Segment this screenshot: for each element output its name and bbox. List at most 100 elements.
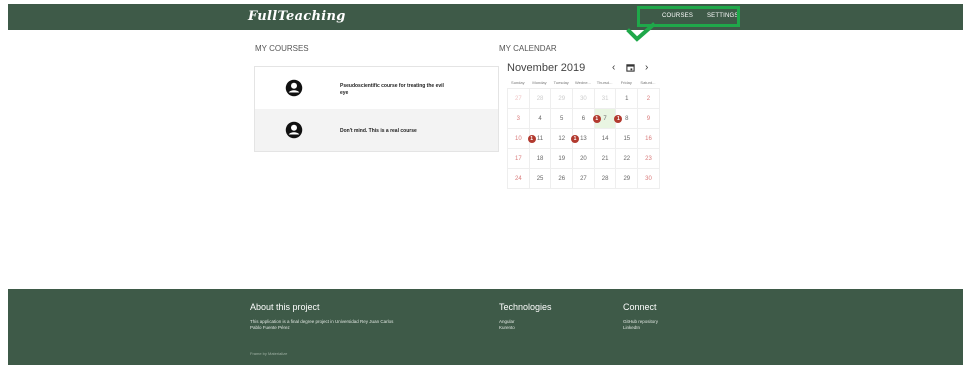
- calendar-day-cell[interactable]: 9: [638, 109, 660, 129]
- calendar-day-number: 7: [603, 115, 607, 122]
- calendar-week-row: 24 25 26 27 28 29 30: [508, 169, 660, 189]
- calendar-day-cell[interactable]: 20: [573, 149, 595, 169]
- chevron-right-icon[interactable]: ›: [645, 62, 648, 73]
- course-item[interactable]: Pseudoscientific course for treating the…: [255, 67, 498, 109]
- calendar-day-number: 30: [580, 95, 587, 102]
- calendar-day-number: 29: [623, 175, 631, 182]
- courses-list: Pseudoscientific course for treating the…: [254, 66, 499, 152]
- event-count-badge: 1: [614, 115, 623, 123]
- calendar-day-cell[interactable]: 24: [508, 169, 530, 189]
- calendar-day-number: 3: [516, 115, 521, 122]
- weekday-label: Monday: [532, 80, 547, 85]
- calendar-day-number: 21: [601, 155, 609, 162]
- weekday-header: Sunday Monday Tuesday Wedne... Thursd... Frid…: [507, 80, 659, 85]
- account-circle-icon: [285, 79, 303, 97]
- calendar-day-number: 28: [601, 175, 609, 182]
- calendar-day-number: 27: [515, 95, 522, 102]
- calendar-day-number: 31: [601, 95, 609, 102]
- calendar-day-cell[interactable]: 26: [551, 169, 574, 189]
- top-navbar: FullTeaching COURSES SETTINGS: [8, 4, 963, 30]
- calendar-day-cell[interactable]: 29: [616, 169, 639, 189]
- calendar-day-number: 29: [558, 95, 566, 102]
- calendar-icon[interactable]: [626, 63, 635, 72]
- chevron-left-icon[interactable]: ‹: [612, 62, 615, 73]
- calendar-day-number: 27: [580, 175, 587, 182]
- calendar-day-cell[interactable]: 15: [616, 129, 639, 149]
- my-calendar-title: MY CALENDAR: [499, 44, 557, 53]
- calendar-day-cell[interactable]: 21: [594, 149, 617, 169]
- calendar-day-number: 26: [558, 175, 566, 182]
- calendar-day-number: 11: [536, 135, 544, 142]
- calendar-day-number: 20: [580, 155, 587, 162]
- calendar-day-cell[interactable]: 1: [616, 89, 639, 109]
- event-count-badge: 1: [527, 135, 536, 143]
- calendar-day-number: 13: [580, 135, 587, 142]
- calendar-day-cell[interactable]: 27: [508, 89, 530, 109]
- calendar-day-cell[interactable]: 16: [638, 129, 660, 149]
- calendar-day-number: 10: [515, 135, 522, 142]
- calendar-day-cell[interactable]: 3: [508, 109, 530, 129]
- weekday-label: Saturd...: [640, 80, 656, 85]
- calendar-day-cell[interactable]: 71: [592, 109, 617, 129]
- calendar-grid: 27 28 29 30 31 1 2 3 4 5 6 7 1 8 1 9 10 11 1 12 13 1 14 15 16 17 1…: [507, 88, 660, 189]
- calendar-day-cell[interactable]: 81: [614, 109, 639, 129]
- footer-tech-item[interactable]: Kurento: [499, 325, 515, 331]
- calendar-day-number: 22: [623, 155, 631, 162]
- calendar-day-cell[interactable]: 2: [638, 89, 660, 109]
- calendar-day-cell[interactable]: 30: [573, 89, 595, 109]
- calendar-day-cell[interactable]: 5: [551, 109, 574, 129]
- calendar-day-cell[interactable]: 28: [594, 169, 617, 189]
- calendar-day-number: 30: [645, 175, 652, 182]
- calendar-day-cell[interactable]: 11 1: [527, 129, 552, 149]
- calendar-day-number: 23: [645, 155, 652, 162]
- event-count-badge: 1: [592, 115, 601, 123]
- checkmark-icon: [626, 22, 656, 42]
- calendar-day-cell[interactable]: 14: [594, 129, 617, 149]
- calendar-day-number: 5: [560, 115, 564, 122]
- calendar-day-number: 1: [625, 95, 629, 102]
- calendar-day-number: 16: [645, 135, 652, 142]
- course-item[interactable]: Don't mind. This is a real course: [255, 109, 498, 151]
- calendar-day-cell[interactable]: 30: [638, 169, 660, 189]
- calendar-week-row: 17 18 19 20 21 22 23: [508, 149, 660, 169]
- calendar-day-cell[interactable]: 22: [616, 149, 639, 169]
- calendar-day-number: 14: [601, 135, 609, 142]
- calendar-week-row: 27 28 29 30 31 1 2: [508, 89, 660, 109]
- calendar-day-number: 17: [515, 155, 522, 162]
- weekday-label: Wedne...: [574, 80, 591, 85]
- calendar-day-cell[interactable]: 17: [508, 149, 530, 169]
- calendar-day-cell[interactable]: 18: [529, 149, 552, 169]
- weekday-label: Friday: [620, 80, 632, 85]
- footer-frame-credit: Frame by Materialize: [250, 351, 288, 356]
- calendar-day-cell[interactable]: 23: [638, 149, 660, 169]
- page-frame: FullTeaching COURSES SETTINGS MY COURSES…: [8, 0, 963, 365]
- footer-connect-list: GitHub repository LinkedIn: [623, 319, 658, 331]
- calendar-day-cell[interactable]: 27: [573, 169, 595, 189]
- calendar-day-cell[interactable]: 6: [573, 109, 595, 129]
- calendar-day-number: 2: [646, 95, 651, 102]
- weekday-label: Sunday: [511, 80, 525, 85]
- calendar-day-cell[interactable]: 25: [529, 169, 552, 189]
- calendar-day-number: 6: [581, 115, 586, 122]
- calendar-day-cell[interactable]: 29: [551, 89, 574, 109]
- footer-tech-list: Angular Kurento: [499, 319, 515, 331]
- calendar-day-cell[interactable]: 4: [529, 109, 552, 129]
- calendar-day-cell[interactable]: 31: [594, 89, 617, 109]
- calendar-day-cell[interactable]: 28: [529, 89, 552, 109]
- calendar-month-label: November 2019: [507, 62, 586, 74]
- footer-about-author: Pablo Fuente Pérez: [250, 325, 290, 330]
- course-name[interactable]: Don't mind. This is a real course: [340, 128, 450, 135]
- calendar-day-cell[interactable]: 13 1: [571, 129, 595, 149]
- my-courses-title: MY COURSES: [255, 44, 309, 53]
- course-name[interactable]: Pseudoscientific course for treating the…: [340, 83, 450, 97]
- account-circle-icon: [285, 121, 303, 139]
- app-logo[interactable]: FullTeaching: [248, 9, 346, 24]
- calendar-day-cell[interactable]: 12: [551, 129, 574, 149]
- calendar-day-number: 4: [538, 115, 542, 122]
- weekday-label: Tuesday: [553, 80, 569, 85]
- calendar-day-cell[interactable]: 10: [508, 129, 530, 149]
- calendar-day-cell[interactable]: 19: [551, 149, 574, 169]
- footer-connect-item[interactable]: LinkedIn: [623, 325, 658, 331]
- calendar-day-number: 9: [646, 115, 651, 122]
- weekday-label: Thursd...: [596, 80, 613, 85]
